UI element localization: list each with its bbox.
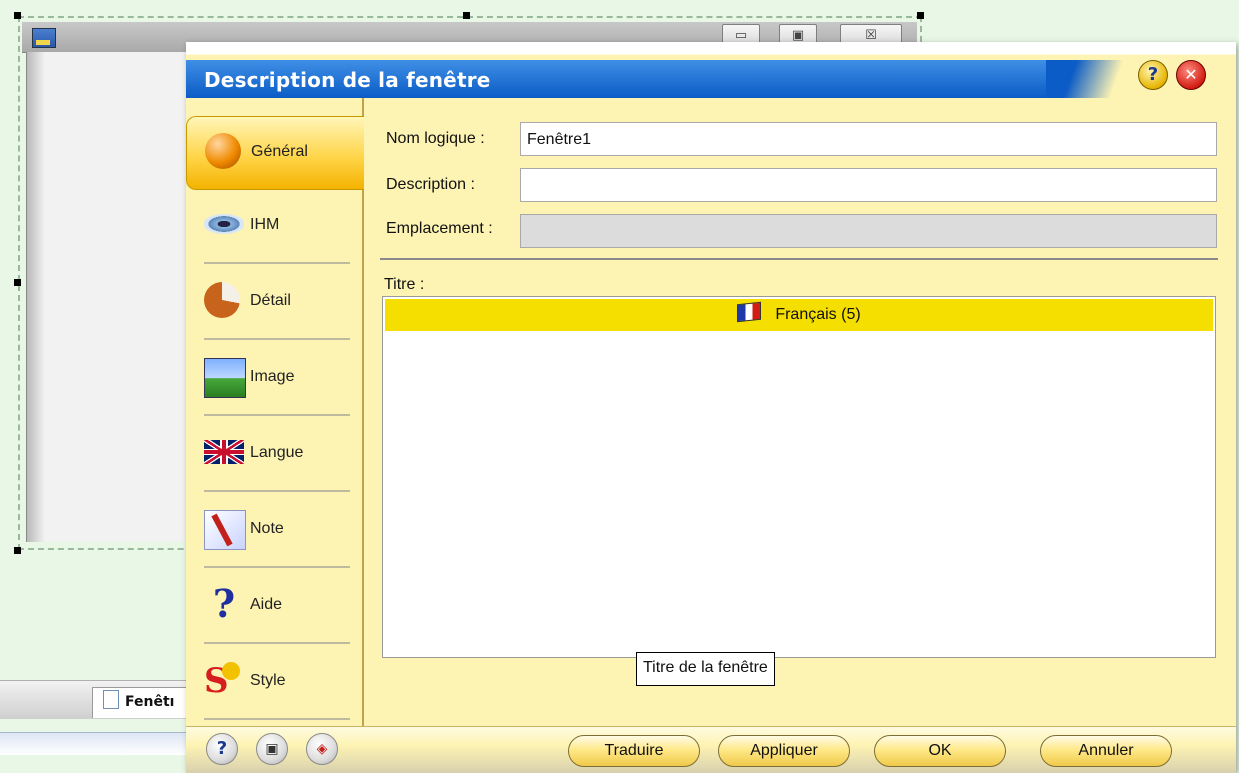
sidebar-divider	[204, 338, 350, 340]
titre-language-list[interactable]: Français (5)	[382, 296, 1216, 658]
designer-window-client	[26, 52, 197, 542]
pie-chart-icon	[204, 282, 240, 318]
sidebar-divider	[204, 490, 350, 492]
dialog-title: Description de la fenêtre	[204, 68, 491, 92]
sidebar-item-label: Détail	[250, 292, 291, 309]
document-tab-label: Fenêtı	[125, 694, 175, 710]
description-input[interactable]	[520, 168, 1217, 202]
nom-logique-label: Nom logique :	[386, 130, 485, 147]
content-divider	[362, 98, 364, 726]
sidebar-divider	[204, 566, 350, 568]
selection-handle[interactable]	[14, 279, 21, 286]
sidebar-item-ihm[interactable]: IHM	[186, 190, 356, 264]
annuler-button[interactable]: Annuler	[1040, 735, 1172, 767]
appliquer-button[interactable]: Appliquer	[718, 735, 850, 767]
sidebar-item-label: IHM	[250, 216, 280, 233]
emplacement-input	[520, 214, 1217, 248]
sidebar-item-style[interactable]: S Style	[186, 646, 356, 720]
list-item-francais[interactable]: Français (5)	[385, 299, 1213, 331]
sidebar-divider	[204, 414, 350, 416]
status-strip	[0, 732, 200, 755]
sidebar-item-aide[interactable]: ? Aide	[186, 570, 356, 644]
preview-icon[interactable]: ◈	[306, 733, 338, 765]
selection-handle[interactable]	[14, 547, 21, 554]
window-description-dialog: Description de la fenêtre ? ✕ Général IH…	[186, 42, 1236, 773]
sidebar-item-note[interactable]: Note	[186, 494, 356, 568]
emplacement-label: Emplacement :	[386, 220, 493, 237]
sidebar-item-label: Langue	[250, 444, 304, 461]
sidebar-divider	[204, 642, 350, 644]
close-icon[interactable]: ✕	[1176, 60, 1206, 90]
sidebar-item-image[interactable]: Image	[186, 342, 356, 416]
style-s-icon: S	[204, 662, 244, 700]
selection-handle[interactable]	[14, 12, 21, 19]
ok-button[interactable]: OK	[874, 735, 1006, 767]
language-label: Français (5)	[775, 306, 861, 323]
selection-handle[interactable]	[463, 12, 470, 19]
sidebar-divider	[204, 718, 350, 720]
sidebar-divider	[204, 262, 350, 264]
note-pencil-icon	[204, 510, 246, 550]
sidebar-item-label: Note	[250, 520, 284, 537]
form-divider	[380, 258, 1218, 260]
sidebar-tabs: Général IHM Détail Image Langue Note ? A…	[186, 98, 364, 720]
sidebar-item-detail[interactable]: Détail	[186, 266, 356, 340]
traduire-button[interactable]: Traduire	[568, 735, 700, 767]
landscape-image-icon	[204, 358, 246, 398]
document-icon	[103, 690, 119, 709]
dialog-footer: ? ▣ ◈ Traduire Appliquer OK Annuler	[186, 726, 1236, 773]
help-icon[interactable]: ?	[206, 733, 238, 765]
nom-logique-input[interactable]: Fenêtre1	[520, 122, 1217, 156]
uk-flag-icon	[204, 440, 244, 464]
dialog-header: Description de la fenêtre ? ✕	[186, 42, 1236, 98]
general-orb-icon	[205, 133, 241, 169]
document-tab-bar: Fenêtı	[0, 680, 202, 719]
app-window-icon	[32, 28, 56, 48]
sidebar-item-label: Général	[251, 143, 308, 160]
print-icon[interactable]: ▣	[256, 733, 288, 765]
help-icon[interactable]: ?	[1138, 60, 1168, 90]
sidebar-item-langue[interactable]: Langue	[186, 418, 356, 492]
sidebar-item-label: Image	[250, 368, 295, 385]
question-mark-icon: ?	[212, 581, 236, 626]
tooltip: Titre de la fenêtre	[636, 652, 775, 686]
sidebar-item-label: Aide	[250, 596, 283, 613]
eye-icon	[204, 214, 244, 234]
french-flag-icon	[737, 301, 762, 323]
sidebar-item-general[interactable]: Général	[186, 116, 364, 190]
titre-label: Titre :	[384, 276, 425, 293]
sidebar-item-label: Style	[250, 672, 286, 689]
description-label: Description :	[386, 176, 475, 193]
selection-handle[interactable]	[917, 12, 924, 19]
